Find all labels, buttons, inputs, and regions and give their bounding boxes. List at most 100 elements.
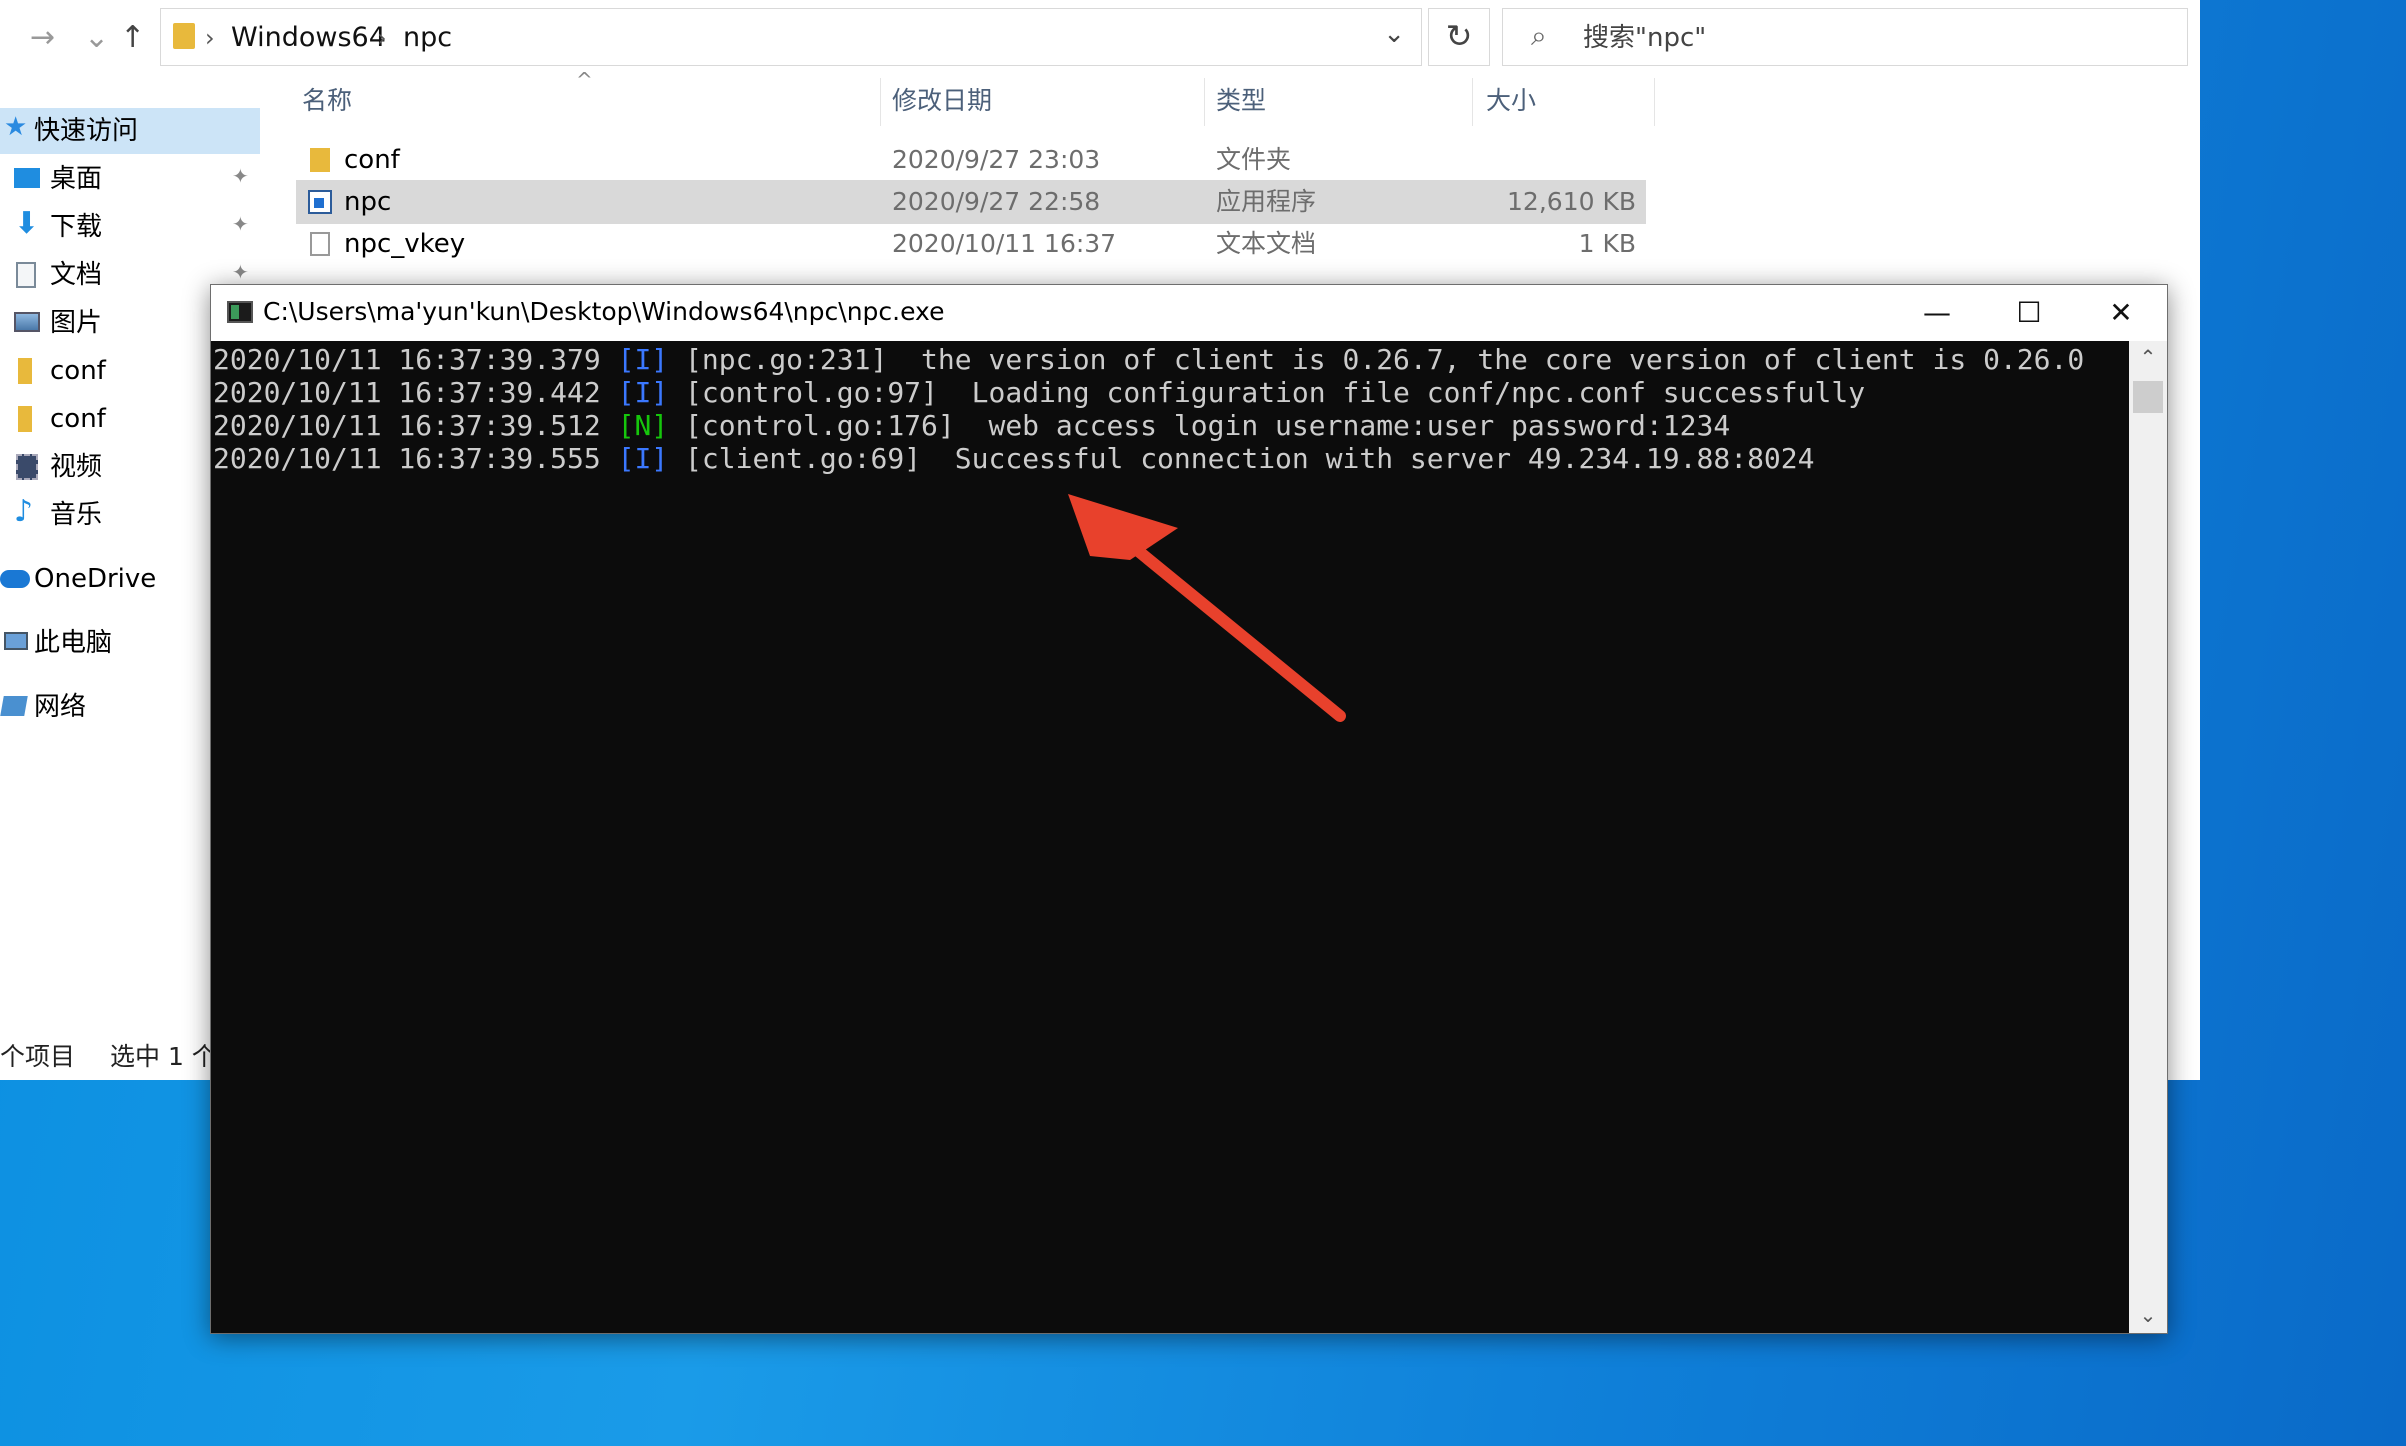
log-source: [client.go:69] (685, 442, 922, 475)
address-dropdown-chevron-icon[interactable]: ⌄ (1383, 19, 1405, 49)
column-divider[interactable] (1472, 78, 1473, 126)
sidebar-item-label: OneDrive (34, 564, 157, 594)
network-icon (0, 696, 28, 716)
file-date: 2020/10/11 16:37 (892, 229, 1117, 258)
download-icon: ⬇ (14, 206, 40, 241)
computer-icon (4, 632, 28, 650)
music-icon: ♪ (14, 494, 34, 529)
sidebar-item-label: 下载 (50, 212, 103, 242)
column-header-date[interactable]: 修改日期 (892, 84, 992, 118)
sidebar-item-label: conf (50, 356, 106, 386)
sidebar-item-quick-access[interactable]: ★ 快速访问 (0, 108, 260, 154)
sidebar-item-label: 此电脑 (34, 628, 113, 658)
file-row[interactable]: npc_vkey 2020/10/11 16:37 文本文档 1 KB (296, 222, 1646, 266)
address-bar[interactable]: › Windows64 › npc ⌄ (160, 8, 1422, 66)
forward-arrow-icon[interactable]: → (30, 18, 55, 58)
pin-icon[interactable]: ✦ (232, 212, 249, 236)
file-type: 文件夹 (1216, 145, 1292, 174)
sidebar-item-label: 快速访问 (34, 116, 139, 146)
cloud-icon (0, 570, 30, 588)
console-app-icon (227, 301, 253, 323)
console-output[interactable]: 2020/10/11 16:37:39.379 [I] [npc.go:231]… (211, 341, 2127, 1331)
folder-icon (18, 406, 32, 432)
minimize-button[interactable]: — (1891, 285, 1983, 341)
log-message: the version of client is 0.26.7, the cor… (921, 343, 2085, 376)
recent-locations-chevron-icon[interactable]: ⌄ (84, 18, 109, 58)
log-timestamp: 2020/10/11 16:37:39.442 (213, 376, 601, 409)
sidebar-item-downloads[interactable]: ⬇ 下载 ✦ (0, 204, 260, 250)
maximize-button[interactable]: ☐ (1983, 285, 2075, 341)
file-type: 应用程序 (1216, 187, 1317, 216)
close-button[interactable]: ✕ (2075, 285, 2167, 341)
sidebar-item-label: 文档 (50, 260, 103, 290)
column-header-size[interactable]: 大小 (1486, 84, 1536, 118)
log-level: [I] (617, 376, 669, 409)
item-count: 个项目 (0, 1042, 76, 1071)
sidebar-item-label: 桌面 (50, 164, 103, 194)
console-title-bar[interactable]: C:\Users\ma'yun'kun\Desktop\Windows64\np… (211, 285, 2167, 341)
column-divider[interactable] (1654, 78, 1655, 126)
sidebar-item-label: 网络 (34, 692, 87, 722)
file-row[interactable]: npc 2020/9/27 22:58 应用程序 12,610 KB (296, 180, 1646, 224)
scroll-up-chevron-icon[interactable]: ⌃ (2129, 345, 2167, 369)
console-window[interactable]: C:\Users\ma'yun'kun\Desktop\Windows64\np… (210, 284, 2168, 1334)
desktop-icon (14, 168, 40, 188)
document-icon (16, 262, 36, 288)
log-timestamp: 2020/10/11 16:37:39.555 (213, 442, 601, 475)
application-icon (308, 190, 332, 214)
breadcrumb-windows64[interactable]: Windows64 (231, 21, 386, 55)
up-arrow-icon[interactable]: ↑ (120, 18, 145, 58)
file-name: npc_vkey (344, 229, 466, 259)
text-file-icon (310, 232, 330, 256)
refresh-button[interactable]: ↻ (1428, 8, 1490, 66)
log-line: 2020/10/11 16:37:39.512 [N] [control.go:… (213, 409, 2127, 442)
file-name: conf (344, 145, 400, 175)
video-icon (16, 454, 38, 480)
file-row[interactable]: conf 2020/9/27 23:03 文件夹 (296, 138, 1646, 182)
picture-icon (14, 312, 40, 332)
sidebar-item-label: 图片 (50, 308, 103, 338)
file-size: 1 KB (1578, 229, 1636, 258)
breadcrumb-npc[interactable]: npc (403, 21, 452, 55)
selection-count: 选中 1 个 (110, 1042, 217, 1071)
search-icon: ⌕ (1531, 19, 1547, 52)
log-level: [N] (617, 409, 669, 442)
folder-icon (173, 23, 195, 49)
log-source: [npc.go:231] (685, 343, 888, 376)
breadcrumb-separator: › (205, 24, 215, 52)
log-level: [I] (617, 442, 669, 475)
star-icon: ★ (4, 112, 28, 142)
log-line: 2020/10/11 16:37:39.555 [I] [client.go:6… (213, 442, 2127, 475)
breadcrumb-separator: › (377, 24, 387, 52)
sidebar-item-label: 音乐 (50, 500, 103, 530)
sidebar-item-label: 视频 (50, 452, 103, 482)
log-timestamp: 2020/10/11 16:37:39.379 (213, 343, 601, 376)
search-box[interactable]: ⌕ 搜索"npc" (1502, 8, 2188, 66)
log-line: 2020/10/11 16:37:39.442 [I] [control.go:… (213, 376, 2127, 409)
column-header-name[interactable]: 名称 (302, 84, 352, 118)
search-placeholder: 搜索"npc" (1583, 23, 1707, 53)
pin-icon[interactable]: ✦ (232, 164, 249, 188)
log-source: [control.go:176] (685, 409, 955, 442)
file-name: npc (344, 187, 392, 217)
log-message: web access login username:user password:… (988, 409, 1731, 442)
file-size: 12,610 KB (1507, 187, 1636, 216)
column-divider[interactable] (1204, 78, 1205, 126)
scrollbar-thumb[interactable] (2133, 381, 2163, 413)
folder-icon (18, 358, 32, 384)
pin-icon[interactable]: ✦ (232, 260, 249, 284)
sidebar-item-desktop[interactable]: 桌面 ✦ (0, 156, 260, 202)
column-header-type[interactable]: 类型 (1216, 84, 1266, 118)
file-date: 2020/9/27 23:03 (892, 145, 1101, 174)
log-timestamp: 2020/10/11 16:37:39.512 (213, 409, 601, 442)
file-type: 文本文档 (1216, 229, 1317, 258)
log-source: [control.go:97] (685, 376, 938, 409)
folder-icon (310, 148, 330, 172)
sidebar-item-label: conf (50, 404, 106, 434)
console-scrollbar[interactable]: ⌃ ⌄ (2129, 341, 2167, 1333)
log-message: Successful connection with server 49.234… (954, 442, 1815, 475)
scroll-down-chevron-icon[interactable]: ⌄ (2129, 1303, 2167, 1327)
file-date: 2020/9/27 22:58 (892, 187, 1101, 216)
column-divider[interactable] (880, 78, 881, 126)
log-level: [I] (617, 343, 669, 376)
